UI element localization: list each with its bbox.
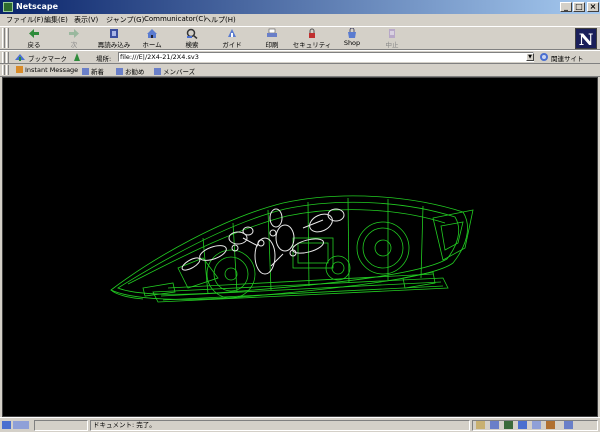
back-label: 戻る bbox=[27, 41, 41, 49]
connection-icon[interactable] bbox=[13, 421, 29, 429]
print-icon bbox=[267, 28, 277, 37]
window-title: Netscape bbox=[16, 2, 58, 11]
mail-icon[interactable] bbox=[490, 421, 499, 429]
page-icon bbox=[116, 68, 123, 75]
menu-help[interactable]: ヘルプ(H) bbox=[204, 15, 236, 25]
address-book-icon[interactable] bbox=[518, 421, 527, 429]
stop-label: 中止 bbox=[385, 41, 399, 49]
guide-label: ガイド bbox=[222, 41, 242, 49]
content-area[interactable] bbox=[2, 77, 598, 417]
instant-messenger-icon[interactable] bbox=[546, 421, 555, 429]
forward-button[interactable]: 次 bbox=[52, 28, 96, 49]
search-icon bbox=[186, 28, 198, 39]
home-button[interactable]: ホーム bbox=[130, 28, 174, 49]
navigator-icon[interactable] bbox=[476, 421, 485, 429]
wireframe-model[interactable] bbox=[3, 78, 597, 416]
bookmarks-button[interactable]: ブックマーク bbox=[28, 53, 67, 63]
status-text: ドキュメント: 完了。 bbox=[90, 420, 470, 431]
related-sites-button[interactable]: 関連サイト bbox=[551, 53, 584, 63]
recommended-link[interactable]: お勧め bbox=[116, 66, 145, 76]
related-icon[interactable] bbox=[539, 52, 549, 62]
toolbar-grip[interactable] bbox=[2, 52, 5, 63]
guide-button[interactable]: ガイド bbox=[210, 28, 254, 49]
print-label: 印刷 bbox=[265, 41, 279, 49]
navigation-toolbar: 戻る 次 再読み込み ホーム 検索 ガイド 印刷 セキュリティ Shop 中止 … bbox=[0, 26, 600, 50]
back-arrow-icon bbox=[29, 29, 39, 38]
url-input[interactable]: file:///E|/2X4-21/2X4.sv3 bbox=[118, 52, 534, 62]
page-proxy-icon[interactable] bbox=[72, 52, 82, 62]
toolbar-grip[interactable] bbox=[6, 28, 9, 48]
print-button[interactable]: 印刷 bbox=[250, 28, 294, 49]
stop-button[interactable]: 中止 bbox=[370, 28, 414, 49]
maximize-button[interactable]: □ bbox=[573, 2, 585, 12]
personal-toolbar: Instant Message 新着 お勧め メンバーズ bbox=[0, 64, 600, 77]
menu-edit[interactable]: 編集(E) bbox=[44, 15, 68, 25]
newsgroups-icon[interactable] bbox=[504, 421, 513, 429]
bookmark-icon[interactable] bbox=[14, 52, 26, 62]
forward-arrow-icon bbox=[69, 29, 79, 38]
shop-label: Shop bbox=[343, 39, 361, 47]
toolbar-grip[interactable] bbox=[2, 65, 5, 75]
calendar-icon[interactable] bbox=[564, 421, 573, 429]
page-icon bbox=[82, 68, 89, 75]
menu-communicator[interactable]: Communicator(C) bbox=[144, 15, 206, 23]
toolbar-grip[interactable] bbox=[2, 28, 5, 48]
url-dropdown-icon[interactable]: ▼ bbox=[526, 53, 534, 61]
search-label: 検索 bbox=[185, 41, 199, 49]
minimize-button[interactable]: _ bbox=[560, 2, 572, 12]
guide-icon bbox=[228, 29, 236, 37]
back-button[interactable]: 戻る bbox=[12, 28, 56, 49]
home-label: ホーム bbox=[142, 41, 162, 49]
search-button[interactable]: 検索 bbox=[170, 28, 214, 49]
location-bar: ブックマーク 場所: file:///E|/2X4-21/2X4.sv3 ▼ 関… bbox=[0, 50, 600, 64]
composer-icon[interactable] bbox=[532, 421, 541, 429]
new-link[interactable]: 新着 bbox=[82, 66, 104, 76]
netscape-logo[interactable]: N bbox=[575, 28, 597, 49]
menu-file[interactable]: ファイル(F) bbox=[6, 15, 44, 25]
progress-panel bbox=[34, 420, 88, 431]
reload-icon bbox=[110, 29, 118, 38]
security-status-icon[interactable] bbox=[2, 421, 11, 429]
security-button[interactable]: セキュリティ bbox=[290, 28, 334, 49]
shop-icon bbox=[348, 28, 356, 38]
members-link[interactable]: メンバーズ bbox=[154, 66, 195, 76]
page-icon bbox=[154, 68, 161, 75]
title-bar: Netscape _ □ × bbox=[0, 0, 600, 14]
person-icon bbox=[16, 66, 23, 73]
close-button[interactable]: × bbox=[587, 2, 599, 12]
toolbar-grip[interactable] bbox=[6, 52, 9, 63]
menu-view[interactable]: 表示(V) bbox=[74, 15, 98, 25]
status-bar: ドキュメント: 完了。 bbox=[0, 417, 600, 432]
instant-message-link[interactable]: Instant Message bbox=[16, 66, 78, 74]
security-label: セキュリティ bbox=[292, 41, 332, 49]
shop-button[interactable]: Shop bbox=[330, 28, 374, 49]
lock-icon bbox=[309, 28, 315, 38]
home-icon bbox=[147, 29, 157, 38]
menu-go[interactable]: ジャンプ(G) bbox=[106, 15, 144, 25]
toolbar-grip[interactable] bbox=[6, 65, 9, 75]
stop-icon bbox=[389, 29, 395, 38]
menu-bar: ファイル(F) 編集(E) 表示(V) ジャンプ(G) Communicator… bbox=[0, 14, 600, 26]
location-label: 場所: bbox=[96, 55, 112, 63]
forward-label: 次 bbox=[70, 41, 78, 49]
rider-skeleton bbox=[181, 208, 345, 275]
netscape-app-icon[interactable] bbox=[3, 2, 13, 12]
